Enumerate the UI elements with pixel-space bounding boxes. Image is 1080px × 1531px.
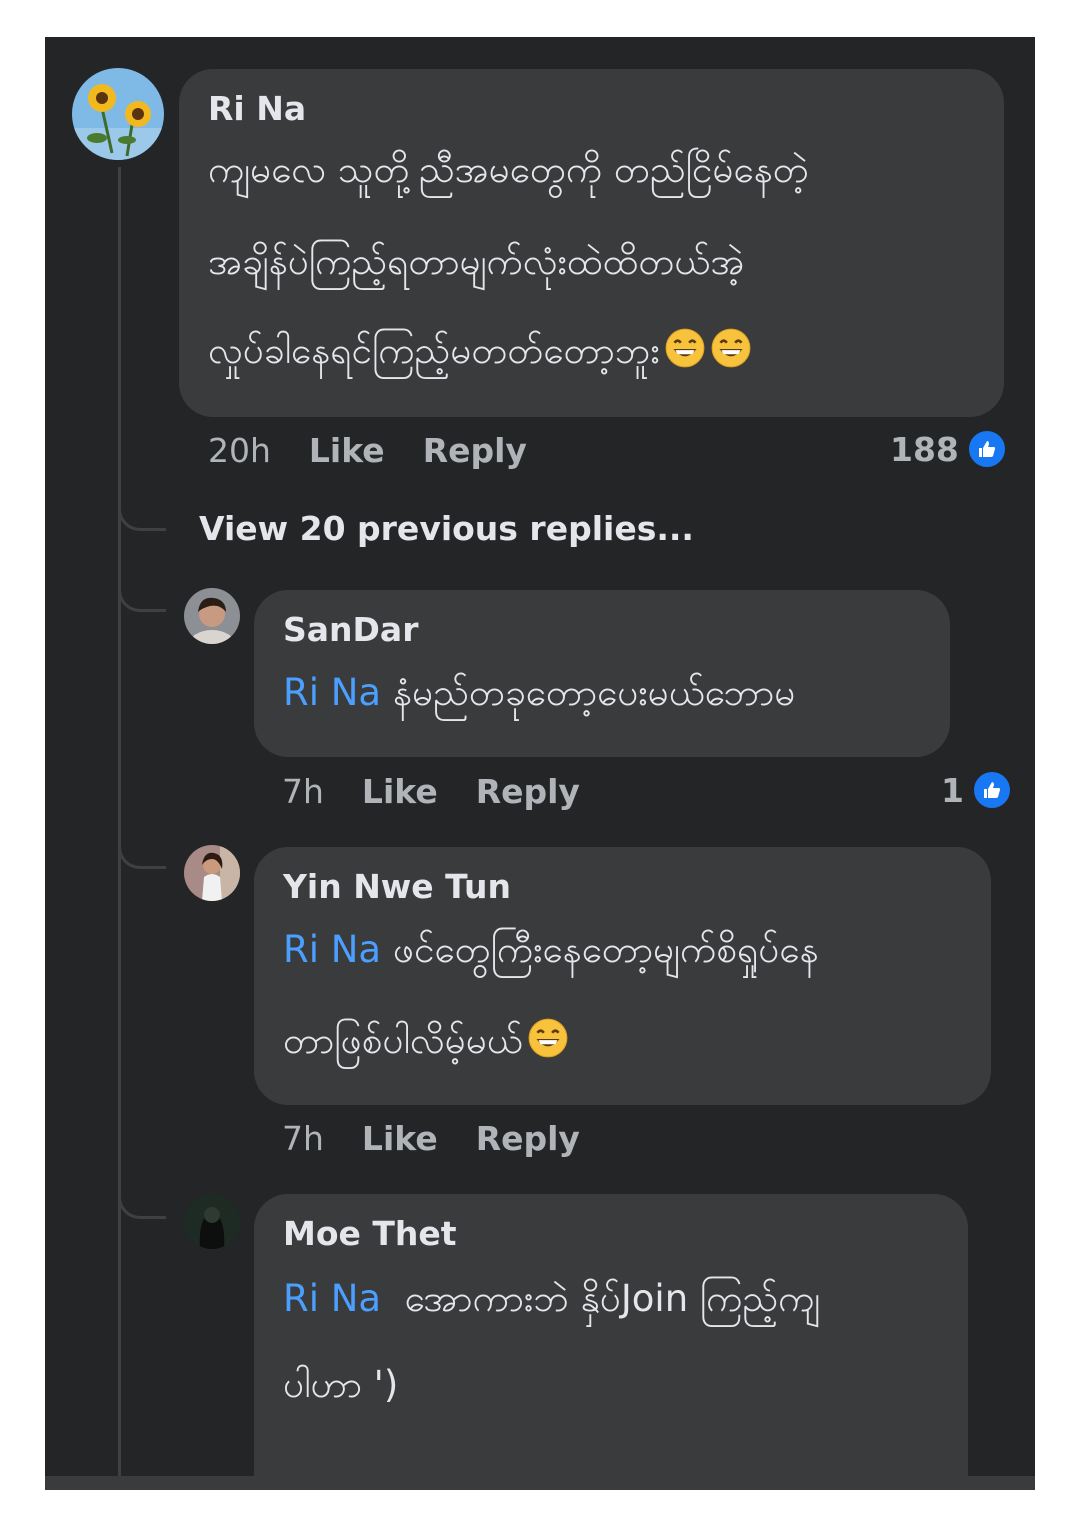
reply-bubble-sandar: SanDar Ri Na နံမည်တခုတော့ပေးမယ်ဘောမ [254,590,950,757]
comment-text-line-2: အချိန်ပဲကြည့်ရတာမျက်လုံးထဲထိတယ်အဲ့ [208,240,745,283]
reply-text-line-2: ပါဟာ ') [283,1363,399,1406]
like-button[interactable]: Like [362,1119,438,1158]
grinning-face-emoji-icon [711,328,751,368]
comment-author[interactable]: Ri Na [208,89,306,128]
reply-text-line-1-row: Ri Na ဖင်တွေကြီးနေတော့မျက်စိရှုပ်နေ [283,927,819,981]
reply-button[interactable]: Reply [423,431,527,470]
mention-tag[interactable]: Ri Na [283,928,381,971]
reply-text-line-1: ဖင်တွေကြီးနေတော့မျက်စိရှုပ်နေ [392,928,819,971]
reply-text-line-1: အောကားဘဲ နှိပ်Join ကြည့်ကျ [404,1277,821,1320]
reply-button[interactable]: Reply [476,1119,580,1158]
profile-photo-avatar-image [184,1193,240,1249]
reply-text-line-2: တာဖြစ်ပါလိမ့်မယ် [283,1019,523,1062]
thread-connector-line [118,167,121,1490]
reply-text-line-1: နံမည်တခုတော့ပေးမယ်ဘောမ [392,671,796,714]
comment-thread: Ri Na ကျမလေ သူတို့ညီအမတွေကို တည်ငြိမ်နေတ… [45,37,1035,1490]
avatar-ri-na[interactable] [72,68,164,160]
comment-text-line-1: ကျမလေ သူတို့ညီအမတွေကို တည်ငြိမ်နေတဲ့ [208,148,809,191]
reply-author[interactable]: Moe Thet [283,1214,457,1253]
thread-branch-reply-1 [118,580,166,612]
avatar-moe-thet[interactable] [184,1193,240,1249]
thread-branch-reply-2 [118,837,166,869]
like-thumb-icon [966,429,1007,469]
sunflower-avatar-image [72,68,164,160]
reaction-count: 188 [890,429,959,469]
reaction-summary[interactable]: 1 [941,770,1012,810]
thread-branch-view-more [118,499,166,531]
reply-meta-yin-nwe-tun: 7h Like Reply [282,1119,618,1158]
reply-meta-sandar: 7h Like Reply [282,772,618,811]
reply-text-line-2-row: တာဖြစ်ပါလိမ့်မယ် [283,1017,569,1072]
comment-timestamp[interactable]: 20h [208,431,271,470]
avatar-yin-nwe-tun[interactable] [184,845,240,901]
reply-bubble-yin-nwe-tun: Yin Nwe Tun Ri Na ဖင်တွေကြီးနေတော့မျက်စိ… [254,847,991,1105]
bottom-scroll-edge [45,1476,1035,1490]
comment-text-line-3-text: လှုပ်ခါနေရင်ကြည့်မတတ်တော့ဘူး [208,329,660,372]
mention-tag[interactable]: Ri Na [283,671,381,714]
comment-meta-ri-na: 20h Like Reply [208,431,565,470]
grinning-face-emoji-icon [665,328,705,368]
reply-author[interactable]: Yin Nwe Tun [283,867,511,906]
like-button[interactable]: Like [362,772,438,811]
grinning-face-emoji-icon [528,1018,568,1058]
profile-photo-avatar-image [184,588,240,644]
reply-author[interactable]: SanDar [283,610,418,649]
comment-text-line-3: လှုပ်ခါနေရင်ကြည့်မတတ်တော့ဘူး [208,327,752,382]
reply-button[interactable]: Reply [476,772,580,811]
reply-timestamp[interactable]: 7h [282,772,324,811]
reply-bubble-moe-thet: Moe Thet Ri Na အောကားဘဲ နှိပ်Join ကြည့်က… [254,1194,968,1490]
like-thumb-icon [971,770,1012,810]
avatar-sandar[interactable] [184,588,240,644]
like-button[interactable]: Like [309,431,385,470]
reaction-summary[interactable]: 188 [890,429,1007,469]
thread-branch-reply-3 [118,1187,166,1219]
comment-bubble-ri-na: Ri Na ကျမလေ သူတို့ညီအမတွေကို တည်ငြိမ်နေတ… [179,69,1004,417]
reply-text-line-1-row: Ri Na အောကားဘဲ နှိပ်Join ကြည့်ကျ [283,1276,820,1330]
reply-text: Ri Na နံမည်တခုတော့ပေးမယ်ဘောမ [283,670,795,724]
reaction-count: 1 [941,770,964,810]
view-previous-replies-link[interactable]: View 20 previous replies... [199,509,694,548]
mention-tag[interactable]: Ri Na [283,1277,381,1320]
profile-photo-avatar-image [184,845,240,901]
reply-timestamp[interactable]: 7h [282,1119,324,1158]
